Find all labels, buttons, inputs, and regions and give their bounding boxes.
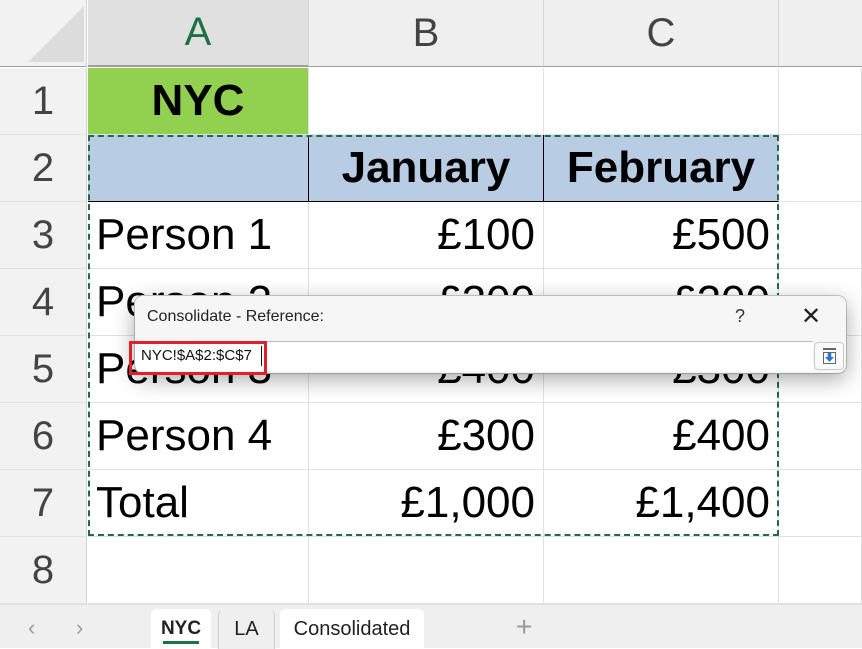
cell-b1[interactable] [309,68,544,135]
row-header-2[interactable]: 2 [0,135,87,202]
sheet-tab-la[interactable]: LA [218,609,275,649]
cell-a3[interactable]: Person 1 [88,202,309,269]
highlight-annotation-box [129,341,267,375]
help-button[interactable]: ? [735,306,745,327]
cell-a7[interactable]: Total [88,470,309,537]
row-header-8[interactable]: 8 [0,537,87,604]
cell-b8[interactable] [309,537,544,604]
cell-b6[interactable]: £300 [309,403,544,470]
row-header-7[interactable]: 7 [0,470,87,537]
cell-a1[interactable]: NYC [88,68,309,135]
previous-sheet-button[interactable]: ‹ [28,615,35,641]
select-all-triangle-icon [28,6,84,62]
column-header-b[interactable]: B [309,0,544,67]
active-tab-underline [163,641,199,644]
column-header-d[interactable] [779,0,862,67]
cell-c8[interactable] [544,537,779,604]
sheet-tab-nyc[interactable]: NYC [151,609,211,649]
cell-c3[interactable]: £500 [544,202,779,269]
row-header-1[interactable]: 1 [0,68,87,135]
select-all-corner[interactable] [0,0,87,67]
row-header-5[interactable]: 5 [0,336,87,403]
column-header-c[interactable]: C [544,0,779,67]
cell-d6[interactable] [779,403,862,470]
reference-input[interactable]: NYC!$A$2:$C$7 [129,341,813,375]
cell-b3[interactable]: £100 [309,202,544,269]
close-button[interactable]: ✕ [801,302,821,331]
cell-d1[interactable] [779,68,862,135]
row-header-6[interactable]: 6 [0,403,87,470]
column-header-a[interactable]: A [88,0,309,67]
cell-a6[interactable]: Person 4 [88,403,309,470]
cell-b2[interactable]: January [309,135,544,202]
cell-d7[interactable] [779,470,862,537]
sheet-tab-label: NYC [160,618,202,639]
consolidate-reference-dialog: Consolidate - Reference: ? ✕ NYC!$A$2:$C… [129,296,846,375]
cell-d2[interactable] [779,135,862,202]
expand-dialog-button[interactable] [814,342,844,370]
sheet-tab-label: Consolidated [293,617,411,640]
sheet-tab-consolidated[interactable]: Consolidated [280,609,424,649]
row-header-4[interactable]: 4 [0,269,87,336]
add-sheet-button[interactable]: + [516,611,532,643]
cell-a8[interactable] [88,537,309,604]
cell-a2[interactable] [88,135,309,202]
cell-d3[interactable] [779,202,862,269]
collapse-dialog-icon [823,348,836,350]
sheet-tab-label: LA [234,617,259,640]
cell-c6[interactable]: £400 [544,403,779,470]
dialog-title: Consolidate - Reference: [147,308,324,325]
sheet-tab-bar: ‹ › NYC LA Consolidated + [0,604,862,649]
cell-c7[interactable]: £1,400 [544,470,779,537]
cell-d8[interactable] [779,537,862,604]
cell-c1[interactable] [544,68,779,135]
row-header-3[interactable]: 3 [0,202,87,269]
cell-b7[interactable]: £1,000 [309,470,544,537]
cell-c2[interactable]: February [544,135,779,202]
next-sheet-button[interactable]: › [76,615,83,641]
